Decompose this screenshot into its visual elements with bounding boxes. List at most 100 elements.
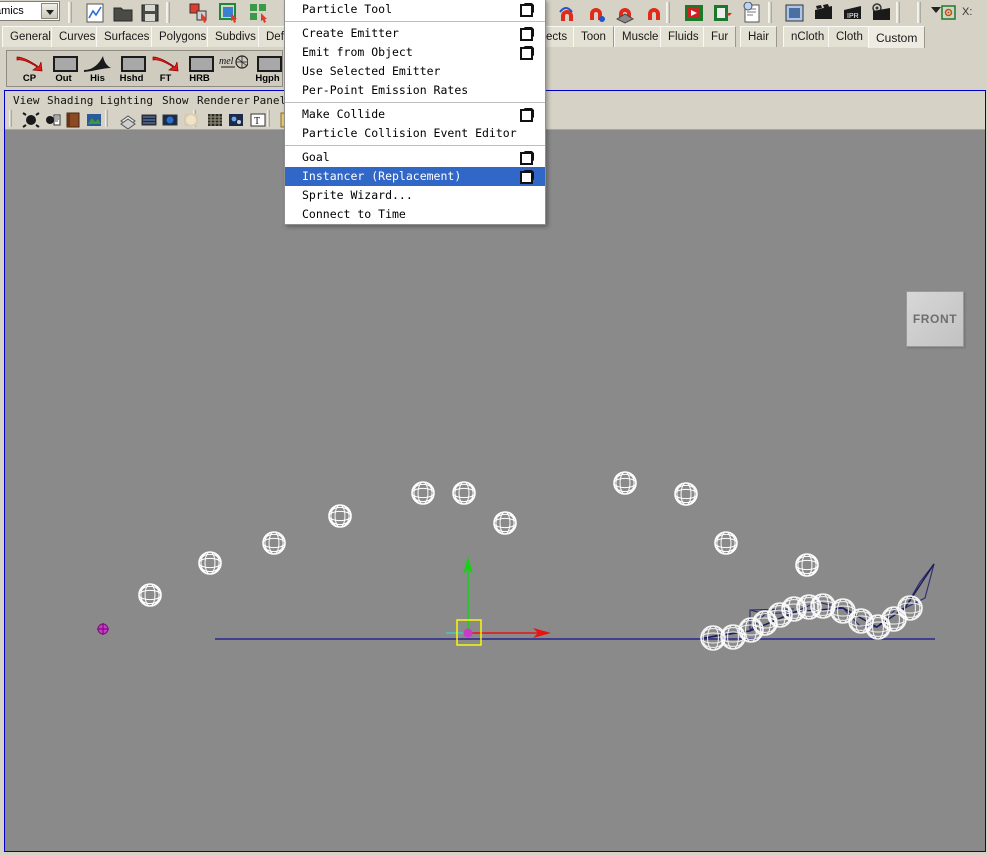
menu-item-connect-to-time[interactable]: Connect to Time bbox=[285, 205, 545, 224]
snap-to-point-magnet-icon[interactable] bbox=[586, 2, 608, 24]
select-camera-icon[interactable] bbox=[21, 110, 41, 130]
shelf-tab-muscle[interactable]: Muscle bbox=[614, 26, 667, 47]
two-sided-lighting-icon[interactable] bbox=[118, 110, 138, 130]
show-manipulator-icon[interactable] bbox=[938, 2, 960, 24]
shelf-button-container: CP Out His Hshd FT HRB mel Hgph bbox=[6, 50, 283, 87]
render-settings-icon[interactable] bbox=[741, 1, 763, 24]
viewport-bottom-strip bbox=[5, 843, 985, 851]
toolbar-separator[interactable] bbox=[666, 2, 670, 23]
snap-to-view-plane-magnet-icon[interactable] bbox=[644, 2, 666, 24]
particle-sphere bbox=[613, 471, 637, 495]
particle-sphere bbox=[795, 553, 819, 577]
option-box-icon[interactable] bbox=[520, 152, 533, 165]
svg-text:T: T bbox=[254, 116, 260, 127]
camera-attributes-icon[interactable] bbox=[42, 110, 62, 130]
shelf-button-mel[interactable]: mel bbox=[217, 53, 250, 86]
particle-sphere bbox=[493, 511, 517, 535]
use-all-lights-icon[interactable] bbox=[226, 110, 246, 130]
option-box-icon[interactable] bbox=[520, 28, 533, 41]
viewport-menu-view[interactable]: View bbox=[13, 93, 40, 108]
viewport-menu-shading[interactable]: Shading bbox=[47, 93, 93, 108]
shelf-button-hgph[interactable]: Hgph bbox=[251, 53, 284, 86]
particles-dropdown-menu[interactable]: Particle Tool Create Emitter Emit from Obj… bbox=[284, 0, 546, 225]
viewport-toolbar-separator[interactable] bbox=[9, 110, 12, 127]
shelf-tab-subdivs[interactable]: Subdivs bbox=[207, 26, 264, 47]
toolbar-chevron-down-icon[interactable] bbox=[931, 7, 941, 13]
render-sequence-icon[interactable]: IPR bbox=[842, 2, 864, 24]
shelf-button-his[interactable]: His bbox=[81, 53, 114, 86]
menu-item-emit-from-object[interactable]: Emit from Object bbox=[285, 43, 545, 62]
viewport-3d-canvas[interactable]: FRONT Y Z X front 飞特网 查字典教程网 jiaocheng.c… bbox=[5, 130, 985, 843]
menu-item-particle-collision-event-editor[interactable]: Particle Collision Event Editor bbox=[285, 124, 545, 143]
option-box-icon[interactable] bbox=[520, 171, 533, 184]
menu-set-dropdown[interactable]: amics bbox=[0, 1, 60, 21]
menu-item-label: Emit from Object bbox=[302, 45, 413, 59]
book-bookmark-icon[interactable] bbox=[63, 110, 83, 130]
construction-history-off-icon[interactable] bbox=[712, 2, 734, 24]
select-by-component-icon[interactable] bbox=[218, 2, 240, 24]
render-current-frame-icon[interactable] bbox=[784, 2, 806, 24]
image-plane-icon[interactable] bbox=[84, 110, 104, 130]
menu-item-goal[interactable]: Goal bbox=[285, 148, 545, 167]
menu-item-create-emitter[interactable]: Create Emitter bbox=[285, 24, 545, 43]
menu-item-label: Instancer (Replacement) bbox=[302, 169, 462, 183]
menu-item-make-collide[interactable]: Make Collide bbox=[285, 105, 545, 124]
snap-to-curve-magnet-icon[interactable] bbox=[557, 2, 579, 24]
chevron-down-icon[interactable] bbox=[41, 3, 58, 19]
shelf-tab-polygons[interactable]: Polygons bbox=[151, 26, 215, 47]
viewport-menu-renderer[interactable]: Renderer bbox=[197, 93, 250, 108]
shelf-tab-toon[interactable]: Toon bbox=[573, 26, 614, 47]
particle-sphere bbox=[452, 481, 476, 505]
view-orientation-cube[interactable]: FRONT bbox=[906, 291, 964, 347]
shaded-ball-icon[interactable] bbox=[181, 110, 201, 130]
emitter-marker bbox=[97, 623, 109, 635]
shelf-button-out[interactable]: Out bbox=[47, 53, 80, 86]
wireframe-shading-icon[interactable] bbox=[139, 110, 159, 130]
particle-sphere bbox=[328, 504, 352, 528]
render-view-icon[interactable] bbox=[84, 2, 106, 24]
toolbar-separator[interactable] bbox=[166, 2, 170, 23]
toolbar-separator[interactable] bbox=[917, 2, 921, 23]
toolbar-separator[interactable] bbox=[768, 2, 772, 23]
shelf-button-label: Out bbox=[55, 73, 72, 84]
shelf-button-hrb[interactable]: HRB bbox=[183, 53, 216, 86]
shelf-tab-surfaces[interactable]: Surfaces bbox=[96, 26, 158, 47]
shelf-button-hshd[interactable]: Hshd bbox=[115, 53, 148, 86]
option-box-icon[interactable] bbox=[520, 109, 533, 122]
shelf-tab-custom[interactable]: Custom bbox=[868, 26, 926, 48]
shelf-tab-fur[interactable]: Fur bbox=[703, 26, 737, 47]
select-by-object-icon[interactable] bbox=[188, 2, 210, 24]
menu-item-sprite-wizard[interactable]: Sprite Wizard... bbox=[285, 186, 545, 205]
save-scene-icon[interactable] bbox=[139, 2, 161, 24]
snap-to-projected-magnet-icon[interactable] bbox=[615, 2, 637, 24]
menu-item-particle-tool[interactable]: Particle Tool bbox=[285, 0, 545, 19]
viewport-menu-lighting[interactable]: Lighting bbox=[100, 93, 153, 108]
viewport-menu-show[interactable]: Show bbox=[162, 93, 189, 108]
select-by-hierarchy-icon[interactable] bbox=[248, 2, 270, 24]
viewport-toolbar-separator[interactable] bbox=[105, 110, 108, 127]
shelf-tab-hair[interactable]: Hair bbox=[740, 26, 778, 47]
menu-item-instancer-replacement[interactable]: Instancer (Replacement) bbox=[285, 167, 545, 186]
shelf-tab-fluids[interactable]: Fluids bbox=[660, 26, 707, 47]
construction-history-on-icon[interactable] bbox=[683, 2, 705, 24]
render-globals-icon[interactable] bbox=[871, 2, 893, 24]
texture-grid-icon[interactable] bbox=[205, 110, 225, 130]
menu-item-use-selected-emitter[interactable]: Use Selected Emitter bbox=[285, 62, 545, 81]
shelf-tab-ncloth[interactable]: nCloth bbox=[783, 26, 833, 47]
menu-item-label: Sprite Wizard... bbox=[302, 188, 413, 202]
shelf-tab-cloth[interactable]: Cloth bbox=[828, 26, 871, 47]
shelf-button-cp[interactable]: CP bbox=[13, 53, 46, 86]
option-box-icon[interactable] bbox=[520, 4, 533, 17]
open-folder-icon[interactable] bbox=[112, 2, 134, 24]
toolbar-separator[interactable] bbox=[68, 2, 72, 23]
ipr-render-icon[interactable] bbox=[813, 2, 835, 24]
move-manipulator bbox=[446, 556, 551, 646]
toolbar-separator[interactable] bbox=[896, 2, 900, 23]
xray-text-icon[interactable]: T bbox=[248, 110, 268, 130]
menu-item-label: Make Collide bbox=[302, 107, 386, 121]
shelf-button-ft[interactable]: FT bbox=[149, 53, 182, 86]
option-box-icon[interactable] bbox=[520, 47, 533, 60]
menu-item-per-point-emission-rates[interactable]: Per-Point Emission Rates bbox=[285, 81, 545, 100]
scene-graphics bbox=[97, 471, 935, 651]
smooth-shade-all-icon[interactable] bbox=[160, 110, 180, 130]
